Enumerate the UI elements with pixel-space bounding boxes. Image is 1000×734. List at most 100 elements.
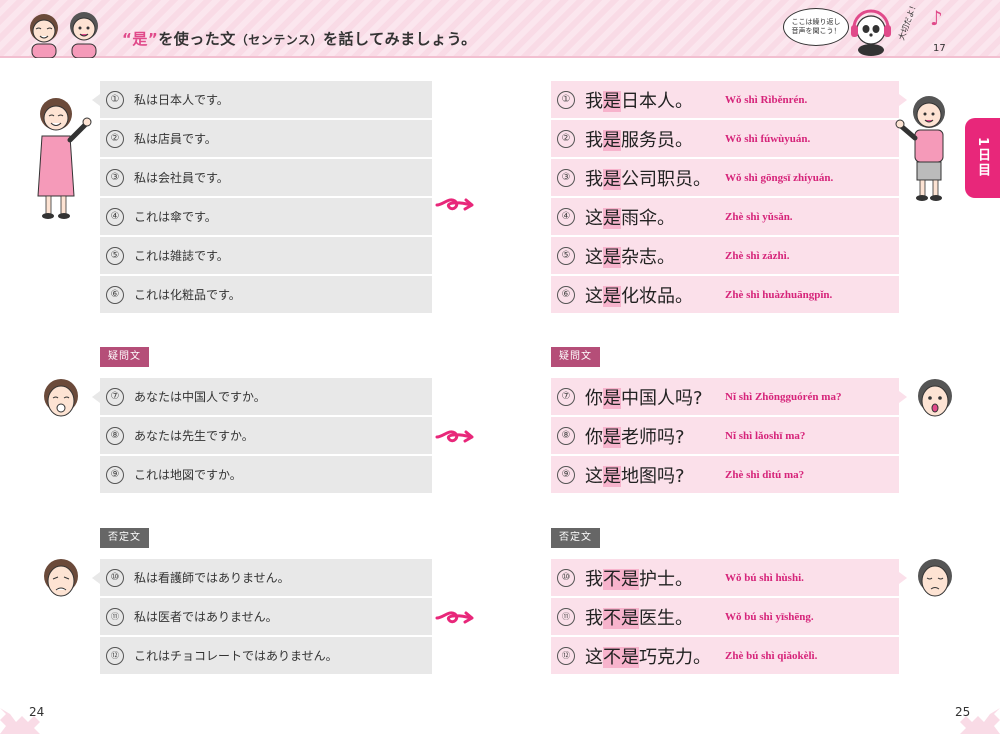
chinese-predicate: 巧克力。 (639, 646, 711, 668)
woman-face-worried-illustration (44, 559, 78, 597)
speech-line-1: ここは繰り返し (791, 18, 841, 26)
sentence-number: ② (557, 129, 575, 148)
music-note-icon: ♪ (930, 6, 943, 30)
chinese-subject: 这 (585, 465, 603, 487)
chinese-sentence-row: ⑩ 我不是护士。 Wǒ bú shì hùshi. (551, 559, 907, 597)
japanese-sentence: これは化粧品です。 (134, 288, 241, 302)
speech-bubble: ここは繰り返し 音声を聞こう！ (783, 8, 849, 46)
japanese-sentence: あなたは中国人ですか。 (134, 390, 266, 404)
chinese-sentence-row: ② 我是服务员。 Wǒ shì fúwùyuán. (551, 120, 899, 158)
japanese-sentence: あなたは先生ですか。 (134, 429, 254, 443)
chinese-subject: 我 (585, 168, 603, 190)
chinese-sentence: 这不是巧克力。 (585, 643, 725, 669)
pinyin-text: Zhè shì huàzhuāngpǐn. (725, 288, 833, 301)
girl-pink-sweater-illustration (895, 96, 945, 201)
sentence-number: ① (106, 90, 124, 109)
chinese-predicate: 护士。 (639, 568, 693, 590)
chinese-sentence-row: ① 我是日本人。 Wǒ shì Rìběnrén. (551, 81, 907, 119)
chinese-sentence-row: ⑫ 这不是巧克力。 Zhè bú shì qiǎokèlì. (551, 637, 899, 675)
chinese-predicate: 地图吗? (621, 465, 685, 487)
pinyin-text: Zhè shì zázhì. (725, 249, 790, 262)
chinese-highlighted-verb: 不是 (603, 607, 639, 629)
sentence-number: ③ (106, 168, 124, 187)
chinese-sentence: 这是化妆品。 (585, 282, 725, 308)
label-question-left: 疑問文 (100, 347, 149, 367)
page-number-left: 24 (29, 705, 45, 719)
chinese-highlighted-verb: 是 (603, 129, 621, 151)
japanese-sentence-row: ⑨ これは地図ですか。 (100, 456, 432, 494)
sentence-number: ⑤ (106, 246, 124, 265)
page-number-right: 25 (955, 705, 971, 719)
chinese-highlighted-verb: 是 (603, 387, 621, 409)
label-question-right: 疑問文 (551, 347, 600, 367)
chinese-highlighted-verb: 是 (603, 246, 621, 268)
pinyin-text: Wǒ shì Rìběnrén. (725, 93, 808, 106)
sentence-number: ⑥ (557, 285, 575, 304)
chinese-subject: 你 (585, 426, 603, 448)
chinese-highlighted-verb: 是 (603, 207, 621, 229)
girl-face-flustered-illustration (918, 559, 952, 597)
japanese-sentence: これは雑誌です。 (134, 249, 229, 263)
sentence-number: ⑥ (106, 285, 124, 304)
chinese-subject: 我 (585, 90, 603, 112)
japanese-sentence: これは地図ですか。 (134, 468, 242, 482)
sentence-number: ⑧ (106, 426, 124, 445)
japanese-sentence-row: ⑪ 私は医者ではありません。 (100, 598, 432, 636)
sentence-number: ⑦ (557, 387, 575, 406)
sentence-number: ⑩ (557, 568, 575, 587)
japanese-sentence-row: ⑫ これはチョコレートではありません。 (100, 637, 432, 675)
chinese-predicate: 医生。 (639, 607, 693, 629)
swirl-arrow-icon (435, 430, 474, 443)
girl-face-surprised-illustration (918, 379, 952, 417)
chinese-sentence: 我不是医生。 (585, 604, 725, 630)
japanese-sentence-row: ⑩ 私は看護師ではありません。 (92, 559, 432, 597)
japanese-sentence: 私は会社員です。 (134, 171, 229, 185)
chinese-highlighted-verb: 是 (603, 168, 621, 190)
chinese-sentence-row: ④ 这是雨伞。 Zhè shì yǔsǎn. (551, 198, 899, 236)
row-notch (92, 572, 100, 584)
chinese-sentence: 我是公司职员。 (585, 165, 725, 191)
woman-qipao-illustration (37, 98, 92, 219)
title-quote-open: “ (122, 30, 133, 48)
chinese-subject: 我 (585, 129, 603, 151)
pinyin-text: Zhè shì yǔsǎn. (725, 210, 793, 223)
chinese-highlighted-verb: 是 (603, 426, 621, 448)
japanese-sentence: 私は日本人です。 (134, 93, 229, 107)
chinese-sentence-row: ⑥ 这是化妆品。 Zhè shì huàzhuāngpǐn. (551, 276, 899, 314)
title-main: を使った文 (158, 30, 236, 48)
chinese-subject: 我 (585, 568, 603, 590)
pinyin-text: Zhè bú shì qiǎokèlì. (725, 649, 818, 662)
japanese-sentence-row: ⑥ これは化粧品です。 (100, 276, 432, 314)
chinese-predicate: 雨伞。 (621, 207, 675, 229)
swirl-arrow-icon (435, 198, 474, 211)
chinese-sentence-row: ⑦ 你是中国人吗? Nǐ shì Zhōngguórén ma? (551, 378, 907, 416)
header-characters-illustration (30, 12, 98, 58)
chinese-highlighted-verb: 是 (603, 465, 621, 487)
japanese-sentence: これはチョコレートではありません。 (134, 649, 338, 663)
japanese-sentence: これは傘です。 (134, 210, 217, 224)
page-number-top: 17 (933, 43, 946, 54)
sentence-number: ② (106, 129, 124, 148)
chinese-subject: 你 (585, 387, 603, 409)
label-negative-right: 否定文 (551, 528, 600, 548)
chinese-predicate: 杂志。 (621, 246, 675, 268)
title-parenthetical: （センテンス） (235, 33, 324, 47)
pinyin-text: Wǒ shì fúwùyuán. (725, 132, 811, 145)
chinese-highlighted-verb: 不是 (603, 568, 639, 590)
chinese-sentence-row: ⑧ 你是老师吗? Nǐ shì lǎoshī ma? (551, 417, 899, 455)
japanese-sentence-row: ② 私は店員です。 (100, 120, 432, 158)
chinese-sentence: 这是地图吗? (585, 462, 725, 488)
chinese-sentence-row: ⑨ 这是地图吗? Zhè shì dìtú ma? (551, 456, 899, 494)
chinese-sentence-row: ⑤ 这是杂志。 Zhè shì zázhì. (551, 237, 899, 275)
chinese-sentence-row: ③ 我是公司职员。 Wǒ shì gōngsī zhíyuán. (551, 159, 899, 197)
chinese-predicate: 日本人。 (621, 90, 693, 112)
chinese-predicate: 化妆品。 (621, 285, 693, 307)
sentence-number: ① (557, 90, 575, 109)
row-notch (899, 391, 907, 403)
chinese-highlighted-verb: 不是 (603, 646, 639, 668)
title-keyword: 是 (132, 30, 148, 48)
chinese-sentence: 这是雨伞。 (585, 204, 725, 230)
pinyin-text: Wǒ bú shì hùshi. (725, 571, 804, 584)
chinese-sentence: 我是日本人。 (585, 87, 725, 113)
chinese-sentence: 你是中国人吗? (585, 384, 725, 410)
